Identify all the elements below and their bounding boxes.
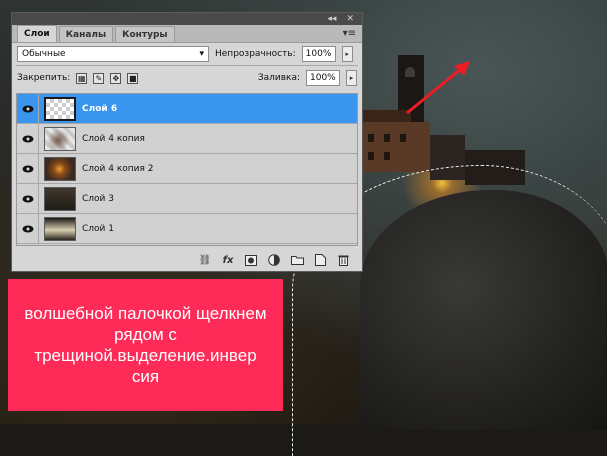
panel-tabs: Слои Каналы Контуры ▾≡ — [12, 25, 362, 43]
layer-thumbnail — [44, 156, 76, 181]
opacity-label: Непрозрачность: — [215, 49, 296, 59]
layer-thumbnail — [44, 216, 76, 241]
layer-name: Слой 1 — [82, 223, 114, 234]
opacity-slider-button[interactable]: ▸ — [341, 46, 353, 62]
blend-row: Обычные ▾ Непрозрачность: 100% ▸ — [12, 43, 362, 65]
mask-icon[interactable] — [244, 253, 258, 267]
instruction-caption: волшебной палочкой щелкнем рядом с трещи… — [8, 279, 283, 411]
layer-name: Слой 4 копия — [82, 133, 145, 144]
adjustment-icon[interactable] — [267, 253, 281, 267]
lock-transparency-icon[interactable]: ▦ — [76, 72, 88, 84]
panel-title-bar: ◂◂ ✕ — [12, 13, 362, 25]
new-layer-icon[interactable] — [313, 253, 327, 267]
fill-slider-button[interactable]: ▸ — [346, 70, 357, 86]
tab-layers[interactable]: Слои — [17, 25, 57, 42]
trash-icon[interactable] — [336, 253, 350, 267]
chevron-down-icon: ▾ — [199, 49, 204, 59]
layer-thumbnail — [44, 96, 76, 121]
blend-mode-value: Обычные — [22, 49, 66, 59]
layer-thumbnail — [44, 186, 76, 211]
group-folder-icon[interactable] — [290, 253, 304, 267]
tab-paths[interactable]: Контуры — [115, 26, 175, 42]
red-arrow-icon — [406, 61, 470, 115]
house — [360, 122, 430, 172]
fx-icon[interactable]: fx — [221, 253, 235, 267]
layer-name: Слой 4 копия 2 — [82, 163, 154, 174]
lock-row: Закрепить: ▦ ✎ ✥ ■ Заливка: 100% ▸ — [12, 66, 362, 90]
visibility-eye-icon[interactable] — [17, 183, 39, 214]
layer-name: Слой 6 — [82, 103, 118, 114]
collapse-panel-icon[interactable]: ◂◂ — [327, 14, 336, 24]
blend-mode-select[interactable]: Обычные ▾ — [17, 46, 209, 62]
layer-row[interactable]: Слой 4 копия — [17, 123, 357, 154]
visibility-eye-icon[interactable] — [17, 94, 39, 124]
fill-value: 100% — [310, 73, 336, 83]
panel-menu-icon[interactable]: ▾≡ — [343, 28, 356, 39]
lock-position-icon[interactable]: ✥ — [110, 72, 122, 84]
lock-label: Закрепить: — [17, 73, 71, 83]
visibility-eye-icon[interactable] — [17, 153, 39, 184]
layer-row[interactable]: Слой 3 — [17, 183, 357, 214]
layer-row[interactable]: Слой 4 копия 2 — [17, 153, 357, 184]
lock-all-icon[interactable]: ■ — [127, 72, 139, 84]
link-icon[interactable]: ⛓ — [198, 253, 212, 267]
tab-channels[interactable]: Каналы — [58, 26, 114, 42]
layer-thumbnail — [44, 126, 76, 151]
layers-panel: ◂◂ ✕ Слои Каналы Контуры ▾≡ Обычные ▾ Не… — [11, 12, 363, 272]
layer-row[interactable]: Слой 6 — [17, 94, 357, 124]
opacity-value: 100% — [305, 49, 332, 59]
visibility-eye-icon[interactable] — [17, 123, 39, 154]
close-panel-icon[interactable]: ✕ — [346, 14, 354, 24]
layers-list: Слой 6 Слой 4 копия Слой 4 копия 2 Слой … — [16, 93, 358, 246]
layer-row[interactable]: Слой 1 — [17, 213, 357, 244]
fill-label: Заливка: — [257, 73, 300, 83]
opacity-input[interactable]: 100% — [301, 46, 336, 62]
caption-text: волшебной палочкой щелкнем рядом с трещи… — [24, 304, 267, 386]
fill-input[interactable]: 100% — [306, 70, 340, 86]
panel-footer: ⛓ fx — [12, 249, 362, 271]
visibility-eye-icon[interactable] — [17, 213, 39, 244]
layer-name: Слой 3 — [82, 193, 114, 204]
lock-pixels-icon[interactable]: ✎ — [93, 72, 105, 84]
